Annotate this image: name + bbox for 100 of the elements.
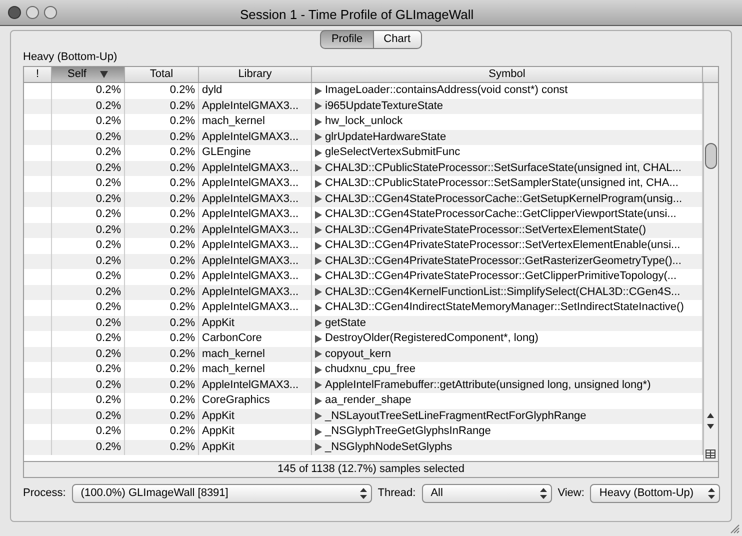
- symbol-name: ImageLoader::containsAddress(void const*) const: [325, 83, 568, 98]
- library-cell: mach_kernel: [202, 348, 265, 360]
- library-cell: AppleIntelGMAX3...: [202, 224, 299, 236]
- library-cell: AppleIntelGMAX3...: [202, 100, 299, 112]
- field-label: Process:: [23, 486, 66, 502]
- library-cell: AppKit: [202, 440, 234, 452]
- library-cell: AppleIntelGMAX3...: [202, 162, 299, 174]
- column-header[interactable]: Library: [199, 67, 312, 82]
- self-cell: 0.2%: [96, 378, 121, 390]
- symbol-name: _NSGlyphTreeGetGlyphsInRange: [325, 424, 491, 439]
- library-cell: AppleIntelGMAX3...: [202, 130, 299, 142]
- total-cell: 0.2%: [170, 146, 195, 158]
- dropdown[interactable]: (100.0%) GLImageWall [8391]: [72, 484, 372, 503]
- library-cell: AppleIntelGMAX3...: [202, 378, 299, 390]
- self-cell: 0.2%: [96, 177, 121, 189]
- library-cell: CoreGraphics: [202, 394, 270, 406]
- tab[interactable]: Profile: [320, 30, 374, 49]
- total-cell: 0.2%: [170, 115, 195, 127]
- library-cell: AppleIntelGMAX3...: [202, 192, 299, 204]
- total-cell: 0.2%: [170, 332, 195, 344]
- library-cell: mach_kernel: [202, 363, 265, 375]
- library-cell: AppKit: [202, 316, 234, 328]
- symbol-name: aa_render_shape: [325, 393, 412, 408]
- total-cell: 0.2%: [170, 254, 195, 266]
- symbol-name: i965UpdateTextureState: [325, 98, 444, 114]
- tab[interactable]: Chart: [372, 30, 422, 49]
- total-cell: 0.2%: [170, 440, 195, 452]
- total-cell: 0.2%: [170, 378, 195, 390]
- total-cell: 0.2%: [170, 192, 195, 204]
- library-cell: AppleIntelGMAX3...: [202, 286, 299, 298]
- column-header[interactable]: Total: [125, 67, 199, 82]
- self-cell: 0.2%: [96, 192, 121, 204]
- total-cell: 0.2%: [170, 84, 195, 96]
- self-cell: 0.2%: [96, 115, 121, 127]
- self-cell: 0.2%: [96, 348, 121, 360]
- symbol-name: CHAL3D::CGen4StateProcessorCache::GetSetupKernelProgram(unsig...: [325, 192, 682, 206]
- self-cell: 0.2%: [96, 301, 121, 313]
- total-cell: 0.2%: [170, 410, 195, 422]
- total-cell: 0.2%: [170, 162, 195, 174]
- self-cell: 0.2%: [96, 270, 121, 282]
- total-cell: 0.2%: [170, 130, 195, 142]
- selection-status: 145 of 1138 (12.7%) samples selected: [24, 461, 718, 477]
- symbol-name: CHAL3D::CGen4PrivateStateProcessor::GetClipperPrimitiveTopology(...: [325, 269, 677, 284]
- self-cell: 0.2%: [96, 84, 121, 96]
- total-cell: 0.2%: [170, 394, 195, 406]
- self-cell: 0.2%: [96, 332, 121, 344]
- self-cell: 0.2%: [96, 208, 121, 220]
- self-cell: 0.2%: [96, 425, 121, 437]
- symbol-name: DestroyOlder(RegisteredComponent*, long): [325, 331, 538, 346]
- self-cell: 0.2%: [96, 254, 121, 266]
- symbol-name: gleSelectVertexSubmitFunc: [325, 145, 460, 160]
- symbol-name: hw_lock_unlock: [325, 114, 403, 129]
- self-cell: 0.2%: [96, 239, 121, 251]
- library-cell: mach_kernel: [202, 115, 265, 127]
- self-cell: 0.2%: [96, 286, 121, 298]
- symbol-name: CHAL3D::CGen4KernelFunctionList::SimplifySelect(CHAL3D::CGen4S...: [325, 284, 680, 300]
- library-cell: AppleIntelGMAX3...: [202, 239, 299, 251]
- total-cell: 0.2%: [170, 270, 195, 282]
- self-cell: 0.2%: [96, 440, 121, 452]
- library-cell: AppleIntelGMAX3...: [202, 270, 299, 282]
- total-cell: 0.2%: [170, 100, 195, 112]
- library-cell: AppleIntelGMAX3...: [202, 177, 299, 189]
- symbol-name: CHAL3D::CGen4PrivateStateProcessor::GetRasterizerGeometryType()...: [325, 254, 682, 268]
- total-cell: 0.2%: [170, 348, 195, 360]
- library-cell: AppleIntelGMAX3...: [202, 254, 299, 266]
- library-cell: CarbonCore: [202, 332, 262, 344]
- symbol-name: CHAL3D::CGen4PrivateStateProcessor::SetVertexElementState(): [325, 222, 646, 238]
- self-cell: 0.2%: [96, 224, 121, 236]
- symbol-name: CHAL3D::CGen4PrivateStateProcessor::SetVertexElementEnable(unsi...: [325, 238, 680, 253]
- total-cell: 0.2%: [170, 286, 195, 298]
- self-cell: 0.2%: [96, 146, 121, 158]
- symbol-name: _NSGlyphNodeSetGlyphs: [325, 440, 452, 454]
- self-cell: 0.2%: [96, 100, 121, 112]
- symbol-name: copyout_kern: [325, 346, 392, 362]
- total-cell: 0.2%: [170, 239, 195, 251]
- view-label: Heavy (Bottom-Up): [23, 50, 118, 64]
- library-cell: AppKit: [202, 410, 234, 422]
- total-cell: 0.2%: [170, 425, 195, 437]
- dropdown[interactable]: Heavy (Bottom-Up): [590, 484, 720, 503]
- total-cell: 0.2%: [170, 177, 195, 189]
- symbol-name: AppleIntelFramebuffer::getAttribute(unsigned long, unsigned long*): [325, 378, 651, 392]
- field-label: View:: [558, 486, 584, 502]
- library-cell: AppleIntelGMAX3...: [202, 208, 299, 220]
- self-cell: 0.2%: [96, 130, 121, 142]
- self-cell: 0.2%: [96, 316, 121, 328]
- column-header[interactable]: Symbol: [312, 67, 703, 82]
- symbol-name: chudxnu_cpu_free: [325, 362, 416, 377]
- self-cell: 0.2%: [96, 162, 121, 174]
- symbol-name: getState: [325, 316, 366, 330]
- window-title: Session 1 - Time Profile of GLImageWall: [240, 6, 474, 24]
- total-cell: 0.2%: [170, 224, 195, 236]
- dropdown[interactable]: All: [422, 484, 552, 503]
- total-cell: 0.2%: [170, 301, 195, 313]
- column-header[interactable]: Self: [52, 67, 125, 82]
- symbol-name: CHAL3D::CPublicStateProcessor::SetSamplerState(unsigned int, CHA...: [325, 176, 678, 191]
- symbol-name: CHAL3D::CPublicStateProcessor::SetSurfaceState(unsigned int, CHAL...: [325, 160, 682, 176]
- self-cell: 0.2%: [96, 394, 121, 406]
- field-label: Thread:: [378, 486, 416, 502]
- self-cell: 0.2%: [96, 363, 121, 375]
- symbol-name: glrUpdateHardwareState: [325, 130, 446, 144]
